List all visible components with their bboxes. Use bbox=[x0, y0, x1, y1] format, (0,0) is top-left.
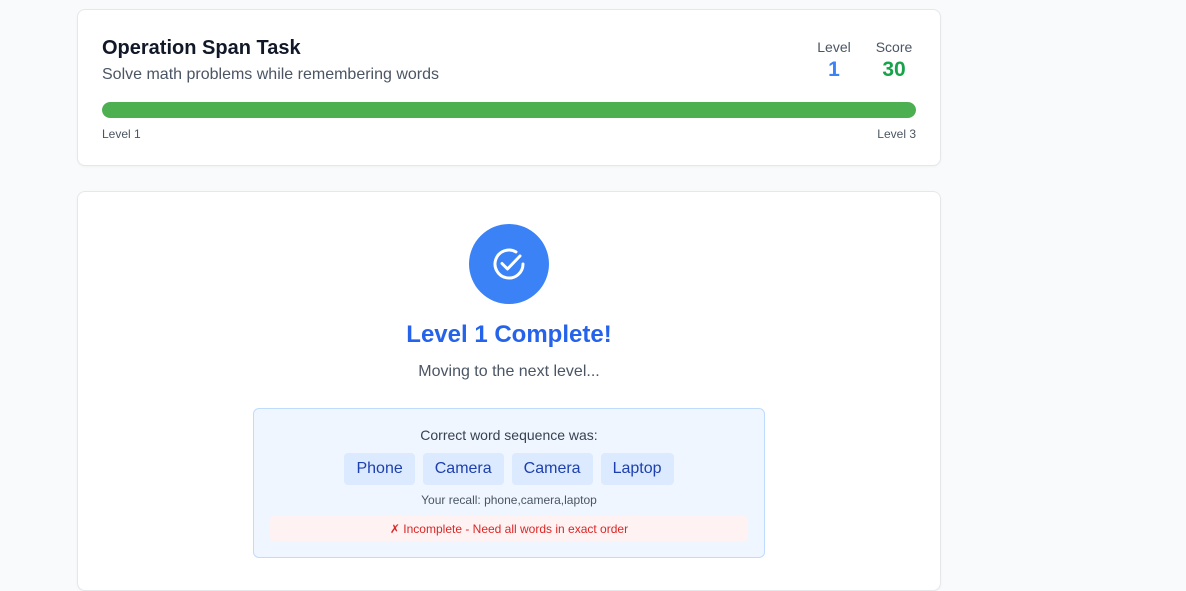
progress-end-label: Level 3 bbox=[877, 127, 916, 141]
level-value: 1 bbox=[828, 58, 840, 81]
page-subtitle: Solve math problems while remembering wo… bbox=[102, 66, 440, 83]
incomplete-status-banner: ✗ Incomplete - Need all words in exact o… bbox=[270, 516, 748, 541]
progress-start-label: Level 1 bbox=[102, 127, 141, 141]
word-chip: Camera bbox=[511, 453, 593, 485]
word-chip: Laptop bbox=[600, 453, 674, 485]
page-title: Operation Span Task bbox=[102, 37, 301, 59]
level-complete-title: Level 1 Complete! bbox=[406, 321, 612, 348]
next-level-message: Moving to the next level... bbox=[418, 363, 600, 380]
sequence-label: Correct word sequence was: bbox=[420, 427, 598, 443]
task-header-card: Operation Span Task Solve math problems … bbox=[77, 9, 941, 166]
score-stat: Score 30 bbox=[872, 39, 916, 82]
word-sequence: Phone Camera Camera Laptop bbox=[254, 453, 764, 485]
level-progress-fill bbox=[102, 102, 916, 118]
level-stat: Level 1 bbox=[814, 39, 854, 82]
score-label: Score bbox=[875, 39, 913, 55]
word-chip: Camera bbox=[422, 453, 504, 485]
word-chip: Phone bbox=[344, 453, 415, 485]
level-progress-bar bbox=[102, 102, 916, 118]
level-label: Level bbox=[817, 39, 851, 55]
check-circle-icon bbox=[469, 224, 549, 304]
recall-summary-box: Correct word sequence was: Phone Camera … bbox=[253, 408, 765, 558]
user-recall-text: Your recall: phone,camera,laptop bbox=[421, 493, 597, 507]
level-complete-card: Level 1 Complete! Moving to the next lev… bbox=[77, 191, 941, 591]
score-value: 30 bbox=[882, 58, 906, 81]
